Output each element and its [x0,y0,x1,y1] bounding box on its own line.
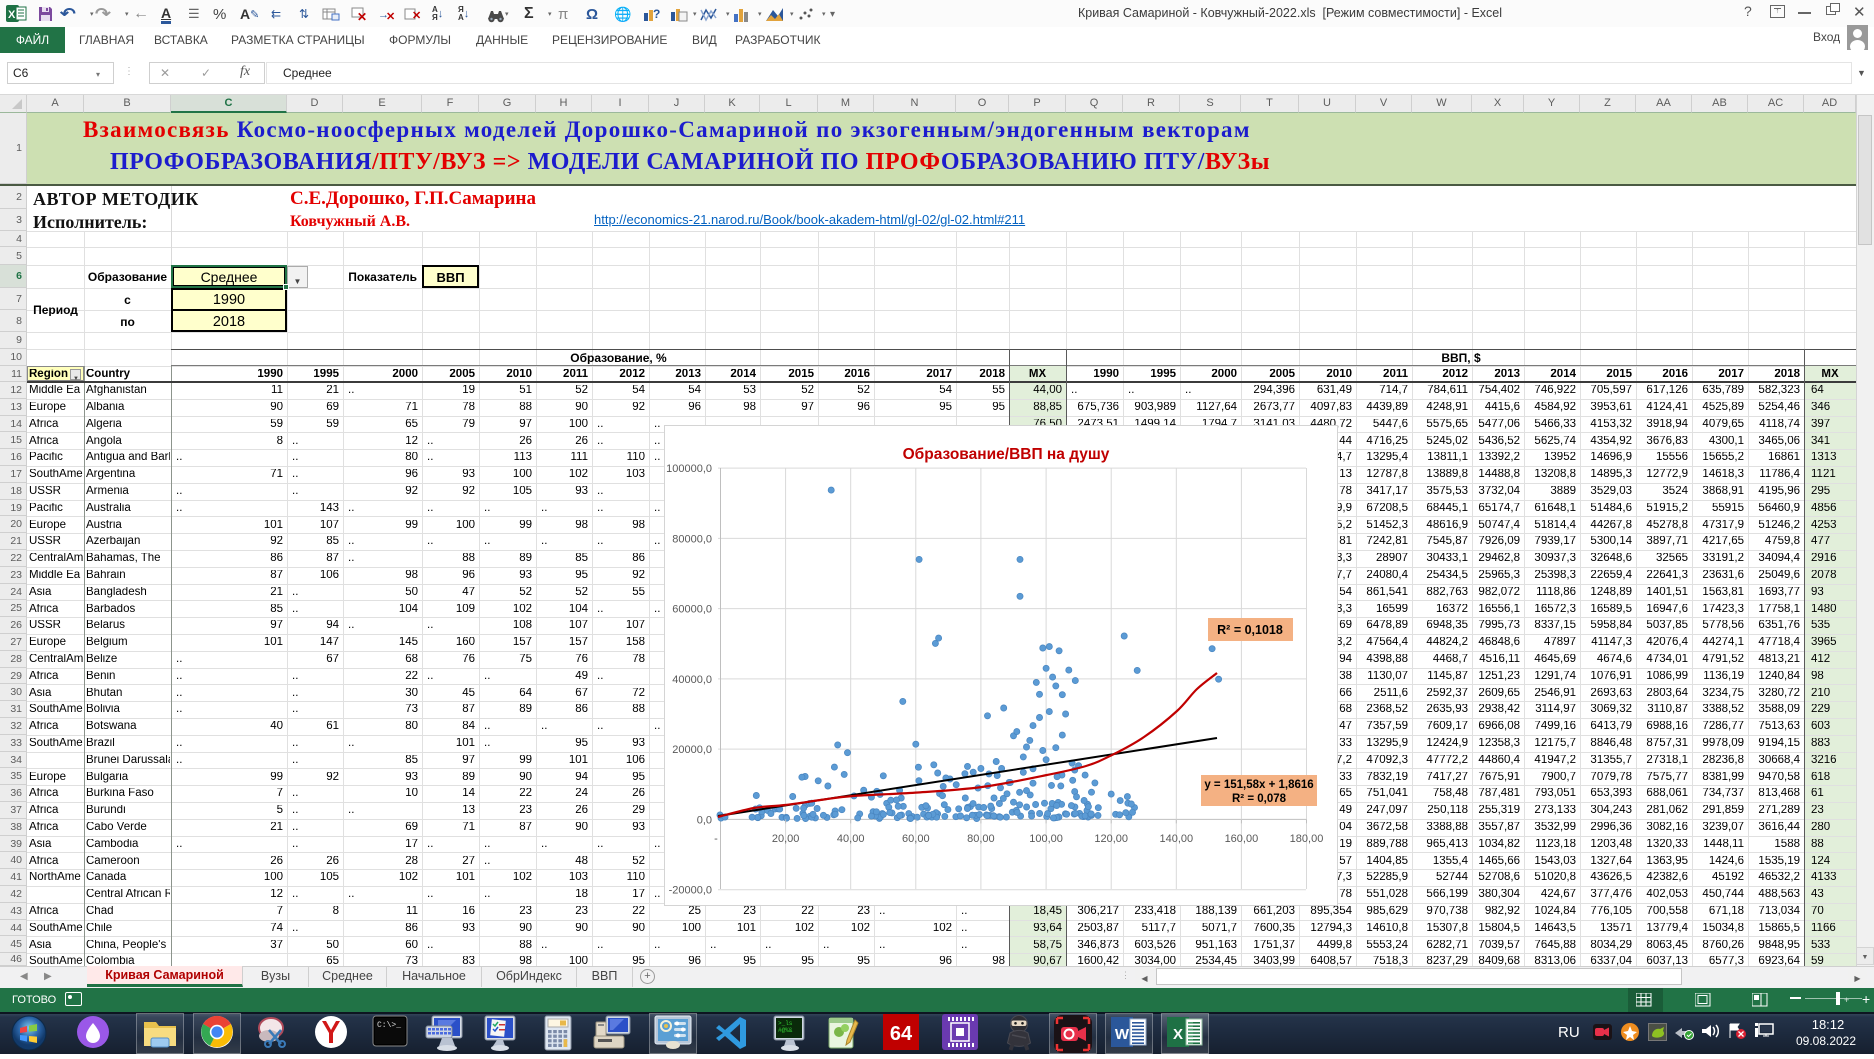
svg-text:-20000,0: -20000,0 [669,885,712,897]
svg-text:✕: ✕ [386,11,395,22]
svg-text:#@%&: #@%& [778,1027,793,1034]
svg-text:Образование/ВВП на душу: Образование/ВВП на душу [903,446,1110,463]
svg-text:180,00: 180,00 [1290,833,1324,845]
svg-text:40,00: 40,00 [837,833,865,845]
svg-text:20000,0: 20000,0 [672,744,712,756]
svg-text:R² = 0,1018: R² = 0,1018 [1217,623,1283,637]
svg-text:60,00: 60,00 [902,833,930,845]
svg-text:80,00: 80,00 [967,833,995,845]
svg-text:100000,0: 100000,0 [666,463,712,475]
svg-text:100,00: 100,00 [1029,833,1063,845]
svg-text:W: W [1115,1026,1130,1043]
svg-text:60000,0: 60000,0 [672,604,712,616]
svg-text:X: X [1173,1026,1183,1043]
svg-text:R² = 0,078: R² = 0,078 [1232,793,1287,805]
svg-text:-: - [714,833,718,845]
svg-text:80000,0: 80000,0 [672,533,712,545]
svg-text:>_ls: >_ls [778,1020,793,1027]
svg-text:?: ? [653,7,660,21]
svg-text:X: X [8,9,16,21]
svg-text:160,00: 160,00 [1225,833,1259,845]
svg-text:40000,0: 40000,0 [672,674,712,686]
svg-text:120,00: 120,00 [1094,833,1128,845]
svg-text:20,00: 20,00 [772,833,800,845]
svg-text:✕: ✕ [412,10,421,22]
svg-text:140,00: 140,00 [1159,833,1193,845]
svg-text:64: 64 [890,1023,913,1045]
svg-text:✕: ✕ [357,10,367,22]
svg-text:y = 151,58x + 1,8616: y = 151,58x + 1,8616 [1204,779,1313,791]
svg-text:0,0: 0,0 [697,814,712,826]
svg-text:C:\>_: C:\>_ [377,1021,401,1030]
